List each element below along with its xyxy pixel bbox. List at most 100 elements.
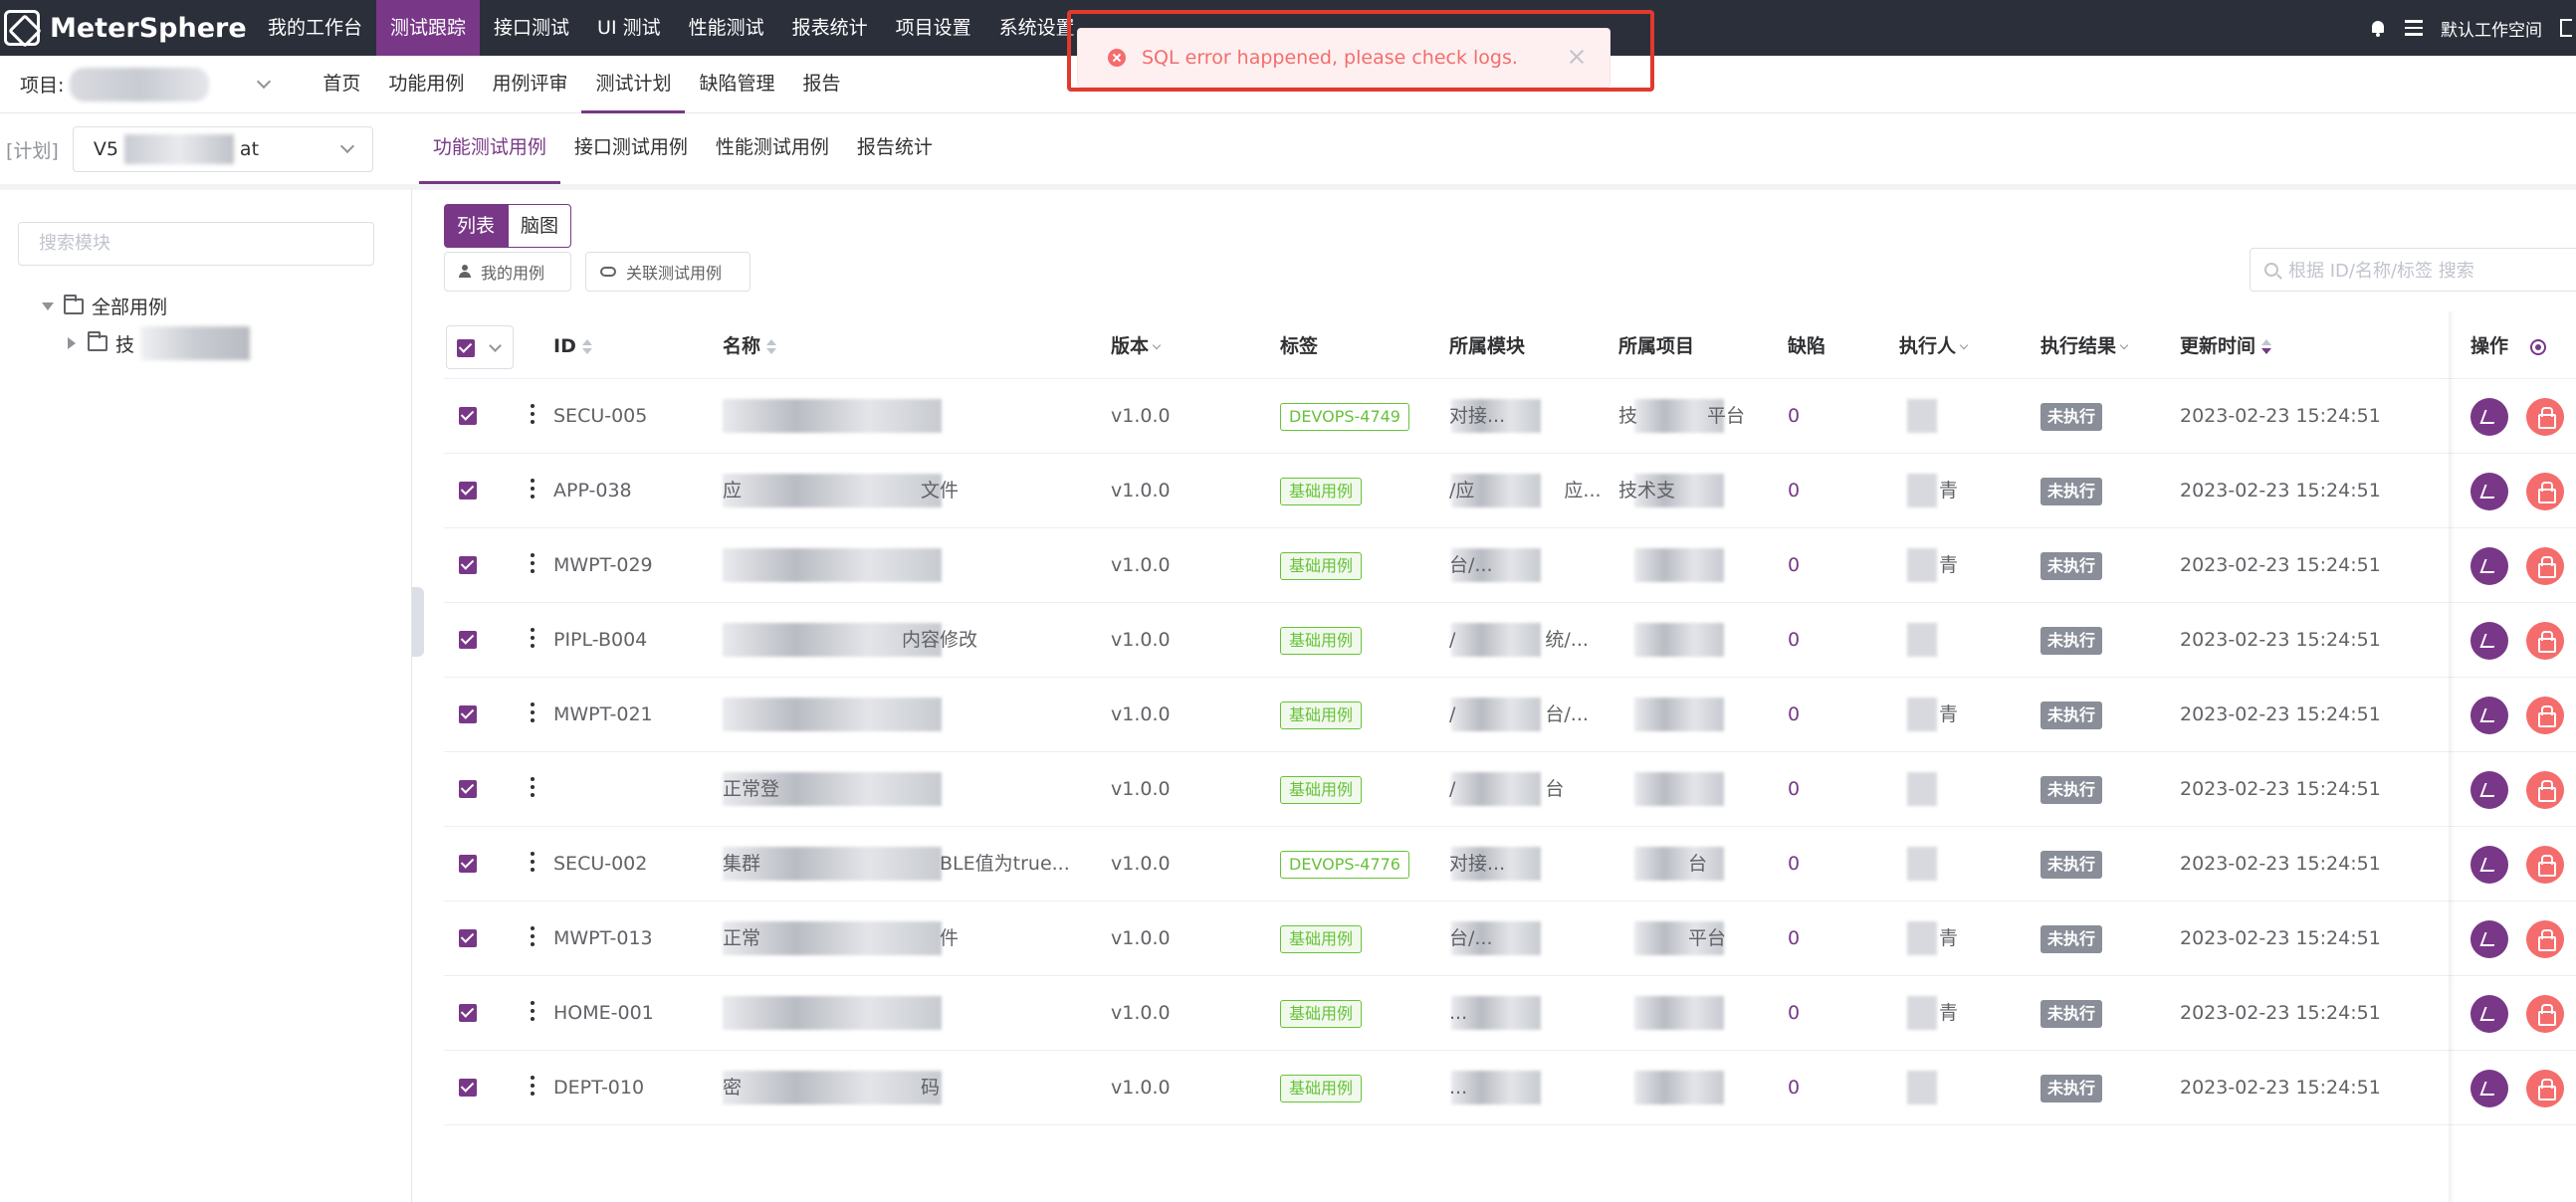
col-executor[interactable]: 执行人	[1899, 313, 1969, 379]
panel-collapse-handle[interactable]	[412, 587, 424, 657]
chevron-down-icon[interactable]	[257, 74, 272, 89]
select-all-checkbox[interactable]	[457, 339, 475, 357]
delete-button[interactable]	[2526, 920, 2564, 958]
table-row[interactable]: DEPT-010 密码 v1.0.0 基础用例 ... 0 未执行 2023-0…	[444, 1051, 2576, 1125]
sort-desc-icon[interactable]	[2261, 338, 2272, 355]
edit-button[interactable]	[2470, 846, 2508, 884]
close-icon[interactable]	[1568, 48, 1586, 66]
more-options-icon[interactable]	[531, 628, 535, 648]
case-search-input[interactable]: 根据 ID/名称/标签 搜索	[2250, 248, 2576, 292]
delete-button[interactable]	[2526, 846, 2564, 884]
edit-button[interactable]	[2470, 995, 2508, 1033]
list-view-button[interactable]: 列表	[444, 204, 509, 248]
cell-bugs[interactable]: 0	[1788, 827, 1847, 901]
topnav-item-6[interactable]: 项目设置	[882, 0, 985, 56]
col-id[interactable]: ID	[553, 313, 592, 379]
filter-icon[interactable]	[1959, 340, 1969, 350]
row-checkbox[interactable]	[459, 705, 477, 723]
select-all-dropdown[interactable]	[446, 325, 514, 369]
workspace-selector[interactable]: 默认工作空间	[2441, 16, 2542, 41]
col-result[interactable]: 执行结果	[2040, 313, 2129, 379]
sort-icon[interactable]	[581, 338, 592, 355]
more-options-icon[interactable]	[531, 852, 535, 872]
edit-button[interactable]	[2470, 1070, 2508, 1107]
app-logo[interactable]: MeterSphere	[0, 0, 254, 56]
delete-button[interactable]	[2526, 1070, 2564, 1107]
more-options-icon[interactable]	[531, 553, 535, 573]
subnav-item-0[interactable]: 首页	[309, 56, 374, 113]
table-row[interactable]: HOME-001 v1.0.0 基础用例 ... 0 青 未执行 2023-02…	[444, 976, 2576, 1051]
sort-icon[interactable]	[766, 338, 777, 355]
table-row[interactable]: SECU-005 v1.0.0 DEVOPS-4749 对接... 技平台 0 …	[444, 379, 2576, 454]
workspace-icon[interactable]	[2405, 20, 2423, 36]
topnav-item-5[interactable]: 报表统计	[778, 0, 882, 56]
table-row[interactable]: PIPL-B004 内容修改 v1.0.0 基础用例 / 统/... 0 未执行 …	[444, 603, 2576, 678]
row-checkbox[interactable]	[459, 556, 477, 574]
edit-button[interactable]	[2470, 920, 2508, 958]
cell-bugs[interactable]: 0	[1788, 379, 1847, 453]
more-options-icon[interactable]	[531, 1076, 535, 1096]
case-tab-2[interactable]: 性能测试用例	[702, 114, 843, 184]
more-options-icon[interactable]	[531, 1001, 535, 1021]
subnav-item-1[interactable]: 功能用例	[374, 56, 478, 113]
cell-bugs[interactable]: 0	[1788, 976, 1847, 1050]
my-cases-button[interactable]: 我的用例	[444, 252, 571, 292]
row-checkbox[interactable]	[459, 482, 477, 500]
more-options-icon[interactable]	[531, 777, 535, 797]
module-search-input[interactable]: 搜索模块	[18, 222, 374, 266]
gear-icon[interactable]	[2530, 338, 2546, 355]
subnav-item-3[interactable]: 测试计划	[581, 56, 686, 113]
tree-node-root[interactable]: 全部用例	[42, 293, 167, 319]
expand-arrow-icon[interactable]	[42, 301, 54, 310]
col-updated[interactable]: 更新时间	[2180, 313, 2272, 379]
bell-icon[interactable]	[2369, 19, 2387, 37]
edit-button[interactable]	[2470, 473, 2508, 510]
cell-bugs[interactable]: 0	[1788, 1051, 1847, 1124]
row-checkbox[interactable]	[459, 780, 477, 798]
topnav-item-1[interactable]: 测试跟踪	[376, 0, 481, 56]
edit-button[interactable]	[2470, 547, 2508, 585]
row-checkbox[interactable]	[459, 855, 477, 873]
edit-button[interactable]	[2470, 398, 2508, 436]
case-tab-1[interactable]: 接口测试用例	[560, 114, 702, 184]
more-options-icon[interactable]	[531, 702, 535, 722]
subnav-item-5[interactable]: 报告	[788, 56, 854, 113]
case-tab-3[interactable]: 报告统计	[843, 114, 947, 184]
project-name-redacted[interactable]	[70, 67, 210, 101]
edit-button[interactable]	[2470, 697, 2508, 734]
row-checkbox[interactable]	[459, 1004, 477, 1022]
link-cases-button[interactable]: 关联测试用例	[585, 252, 751, 292]
edit-button[interactable]	[2470, 771, 2508, 809]
col-version[interactable]: 版本	[1111, 313, 1162, 379]
more-options-icon[interactable]	[531, 404, 535, 424]
table-row[interactable]: MWPT-029 v1.0.0 基础用例 台/... 0 青 未执行 2023-…	[444, 528, 2576, 603]
case-tab-0[interactable]: 功能测试用例	[418, 114, 560, 184]
subnav-item-4[interactable]: 缺陷管理	[685, 56, 788, 113]
plan-select[interactable]: V5 at	[72, 126, 373, 172]
delete-button[interactable]	[2526, 547, 2564, 585]
subnav-item-2[interactable]: 用例评审	[478, 56, 581, 113]
mind-map-view-button[interactable]: 脑图	[508, 204, 572, 248]
collapse-arrow-icon[interactable]	[68, 337, 76, 349]
topnav-item-2[interactable]: 接口测试	[480, 0, 583, 56]
row-checkbox[interactable]	[459, 1079, 477, 1097]
tree-node-child[interactable]: 技	[68, 326, 251, 360]
table-row[interactable]: 正常登 v1.0.0 基础用例 / 台 0 未执行 2023-02-23 15:2…	[444, 752, 2576, 827]
language-icon[interactable]	[2560, 19, 2572, 37]
table-row[interactable]: SECU-002 集群 BLE值为true... v1.0.0 DEVOPS-47…	[444, 827, 2576, 902]
cell-bugs[interactable]: 0	[1788, 678, 1847, 751]
table-row[interactable]: APP-038 应文件 v1.0.0 基础用例 /应 应... 技术支 0 青 未…	[444, 454, 2576, 528]
row-checkbox[interactable]	[459, 407, 477, 425]
cell-bugs[interactable]: 0	[1788, 902, 1847, 975]
topnav-item-0[interactable]: 我的工作台	[254, 0, 376, 56]
delete-button[interactable]	[2526, 771, 2564, 809]
delete-button[interactable]	[2526, 398, 2564, 436]
edit-button[interactable]	[2470, 622, 2508, 660]
filter-icon[interactable]	[2119, 340, 2129, 350]
delete-button[interactable]	[2526, 473, 2564, 510]
cell-bugs[interactable]: 0	[1788, 752, 1847, 826]
cell-bugs[interactable]: 0	[1788, 454, 1847, 527]
topnav-item-4[interactable]: 性能测试	[675, 0, 778, 56]
more-options-icon[interactable]	[531, 926, 535, 946]
delete-button[interactable]	[2526, 622, 2564, 660]
